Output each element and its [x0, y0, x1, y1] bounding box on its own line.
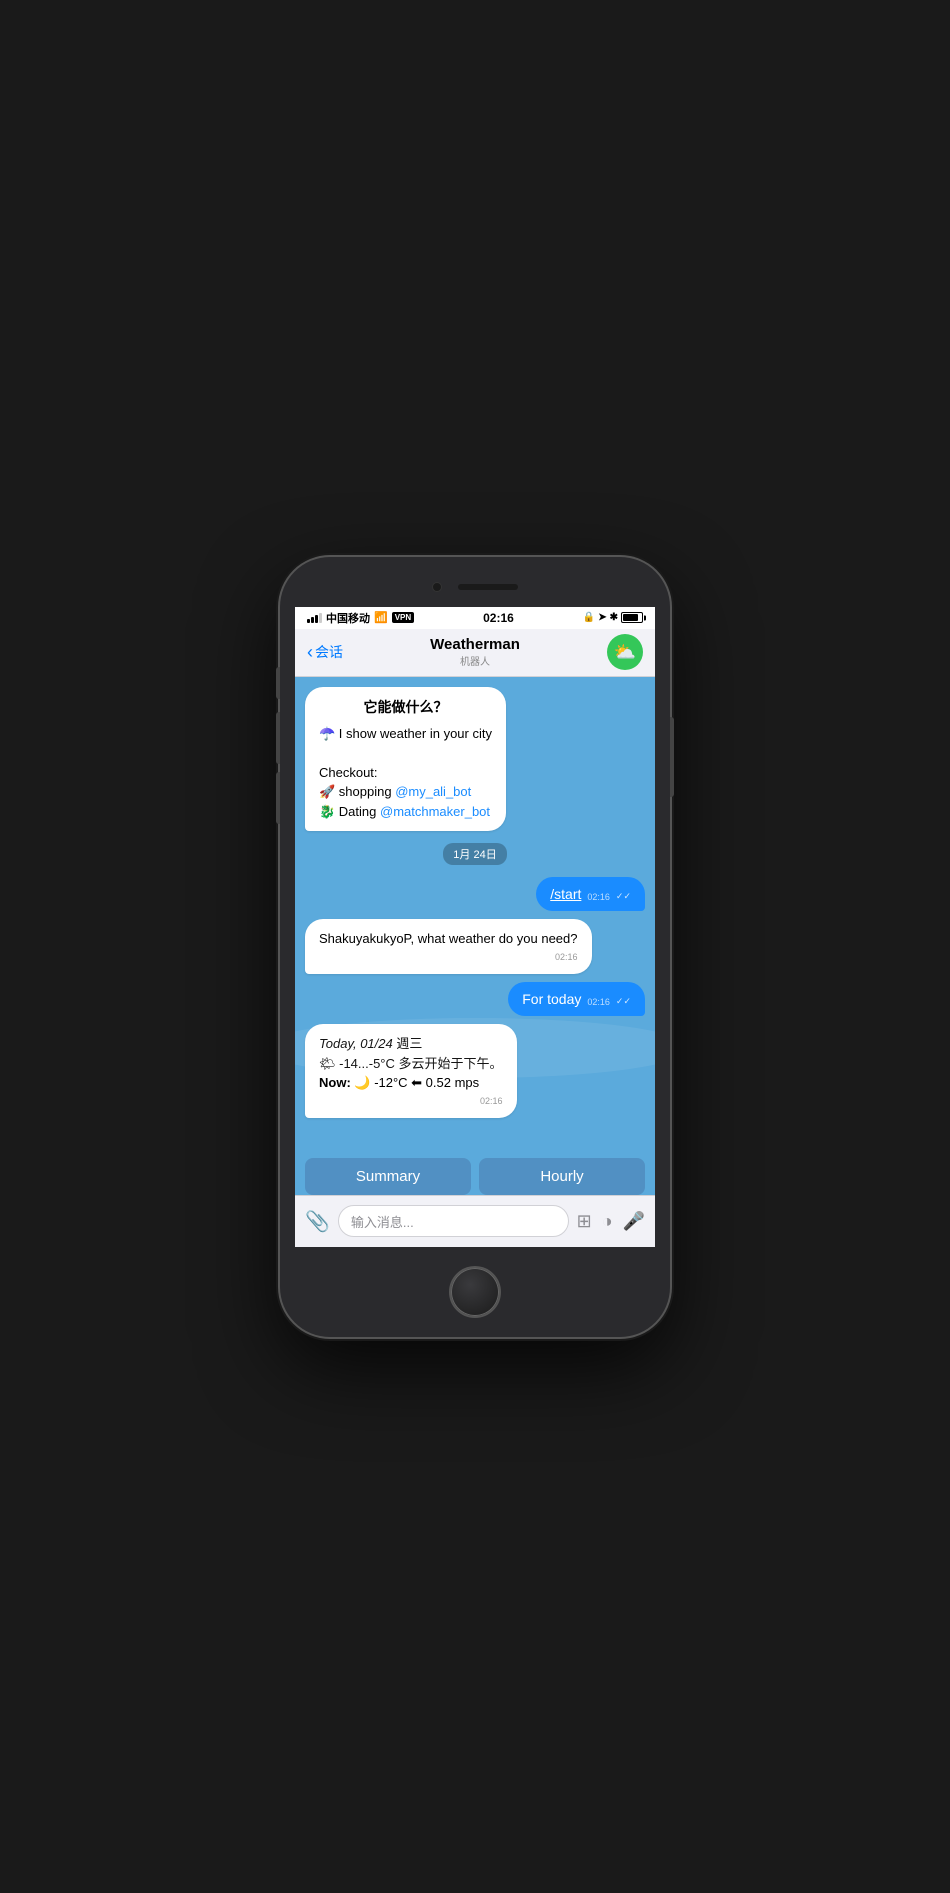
carrier-label: 中国移动: [326, 610, 370, 626]
intro-dating: 🐉 Dating @matchmaker_bot: [319, 802, 492, 822]
chat-subtitle: 机器人: [430, 653, 520, 668]
weather-line2: 🌤 -14...-5°C 多云开始于下午。: [319, 1054, 503, 1074]
phone-bottom: [449, 1247, 501, 1337]
avatar-emoji: ⛅: [614, 642, 636, 663]
message-today-time: 02:16: [587, 997, 610, 1007]
weather-line3: Now: 🌙 -12°C ⬅ 0.52 mps: [319, 1073, 503, 1093]
signal-bar-4: [319, 613, 322, 623]
nav-center: Weatherman 机器人: [430, 636, 520, 668]
bubble-user-today: For today 02:16 ✓✓: [508, 982, 645, 1016]
intro-checkout: Checkout:: [319, 763, 492, 783]
bubble-user-start: /start 02:16 ✓✓: [536, 877, 645, 911]
power-button[interactable]: [670, 717, 674, 797]
weather-time: 02:16: [319, 1095, 503, 1109]
signal-bar-3: [315, 615, 318, 623]
phone-device: 中国移动 📶 VPN 02:16 🔒 ➤ ✱ ‹ 会话 Weatherman: [280, 557, 670, 1337]
attach-icon[interactable]: 📎: [305, 1209, 330, 1234]
question-text: ShakuyakukyoP, what weather do you need?: [319, 929, 578, 949]
signal-bars: [307, 613, 322, 623]
back-label: 会话: [315, 642, 343, 662]
message-start-time: 02:16: [587, 892, 610, 902]
home-button[interactable]: [449, 1266, 501, 1318]
vpn-badge: VPN: [392, 612, 414, 623]
intro-shopping: 🚀 shopping @my_ali_bot: [319, 782, 492, 802]
input-placeholder: 输入消息...: [351, 1212, 414, 1231]
status-left: 中国移动 📶 VPN: [307, 610, 414, 626]
date-divider: 1月 24日: [443, 843, 506, 865]
message-today-text: For today: [522, 991, 581, 1007]
phone-screen: 中国移动 📶 VPN 02:16 🔒 ➤ ✱ ‹ 会话 Weatherman: [295, 607, 655, 1247]
chat-area[interactable]: 它能做什么？ ☂️ I show weather in your city Ch…: [295, 677, 655, 1158]
sticker-icon[interactable]: ⊞: [577, 1211, 592, 1232]
message-start-text: /start: [550, 886, 581, 902]
battery-fill: [623, 614, 638, 621]
nav-bar: ‹ 会话 Weatherman 机器人 ⛅: [295, 629, 655, 677]
bot-avatar[interactable]: ⛅: [607, 634, 643, 670]
bluetooth-icon: ✱: [610, 612, 618, 623]
battery-icon: [621, 612, 643, 623]
message-start-checks: ✓✓: [616, 891, 631, 902]
intro-line1: ☂️ I show weather in your city: [319, 724, 492, 744]
summary-button[interactable]: Summary: [305, 1158, 471, 1195]
back-button[interactable]: ‹ 会话: [307, 642, 343, 662]
weather-line1: Today, 01/24 週三: [319, 1034, 503, 1054]
phone-top-bar: [280, 557, 670, 607]
bubble-bot-intro: 它能做什么？ ☂️ I show weather in your city Ch…: [305, 687, 506, 832]
bubble-bot-question: ShakuyakukyoP, what weather do you need?…: [305, 919, 592, 974]
input-bar: 📎 输入消息... ⊞ ◑ 🎤: [295, 1195, 655, 1247]
emoji-icon[interactable]: ◑: [602, 1211, 613, 1232]
volume-down-button[interactable]: [276, 772, 280, 824]
chat-title: Weatherman: [430, 636, 520, 653]
input-icons: ⊞ ◑ 🎤: [577, 1211, 645, 1232]
message-today-checks: ✓✓: [616, 996, 631, 1007]
bubble-bot-weather: Today, 01/24 週三 🌤 -14...-5°C 多云开始于下午。 No…: [305, 1024, 517, 1118]
mic-icon[interactable]: 🎤: [623, 1211, 645, 1232]
wifi-icon: 📶: [374, 611, 388, 624]
shopping-link[interactable]: @my_ali_bot: [395, 784, 471, 799]
location-icon: ➤: [598, 612, 606, 623]
signal-bar-1: [307, 619, 310, 623]
status-right: 🔒 ➤ ✱: [583, 612, 643, 623]
dating-link[interactable]: @matchmaker_bot: [380, 804, 490, 819]
status-bar: 中国移动 📶 VPN 02:16 🔒 ➤ ✱: [295, 607, 655, 629]
signal-bar-2: [311, 617, 314, 623]
mute-button[interactable]: [276, 667, 280, 699]
hourly-button[interactable]: Hourly: [479, 1158, 645, 1195]
chevron-left-icon: ‹: [307, 643, 313, 661]
speaker-bar: [458, 584, 518, 590]
status-time: 02:16: [483, 611, 514, 625]
lock-icon: 🔒: [583, 612, 595, 623]
question-time: 02:16: [319, 951, 578, 965]
quick-replies: Summary Hourly: [295, 1158, 655, 1195]
intro-title: 它能做什么？: [319, 697, 492, 718]
volume-up-button[interactable]: [276, 712, 280, 764]
camera-dot: [432, 582, 442, 592]
message-input-display[interactable]: 输入消息...: [338, 1205, 569, 1237]
